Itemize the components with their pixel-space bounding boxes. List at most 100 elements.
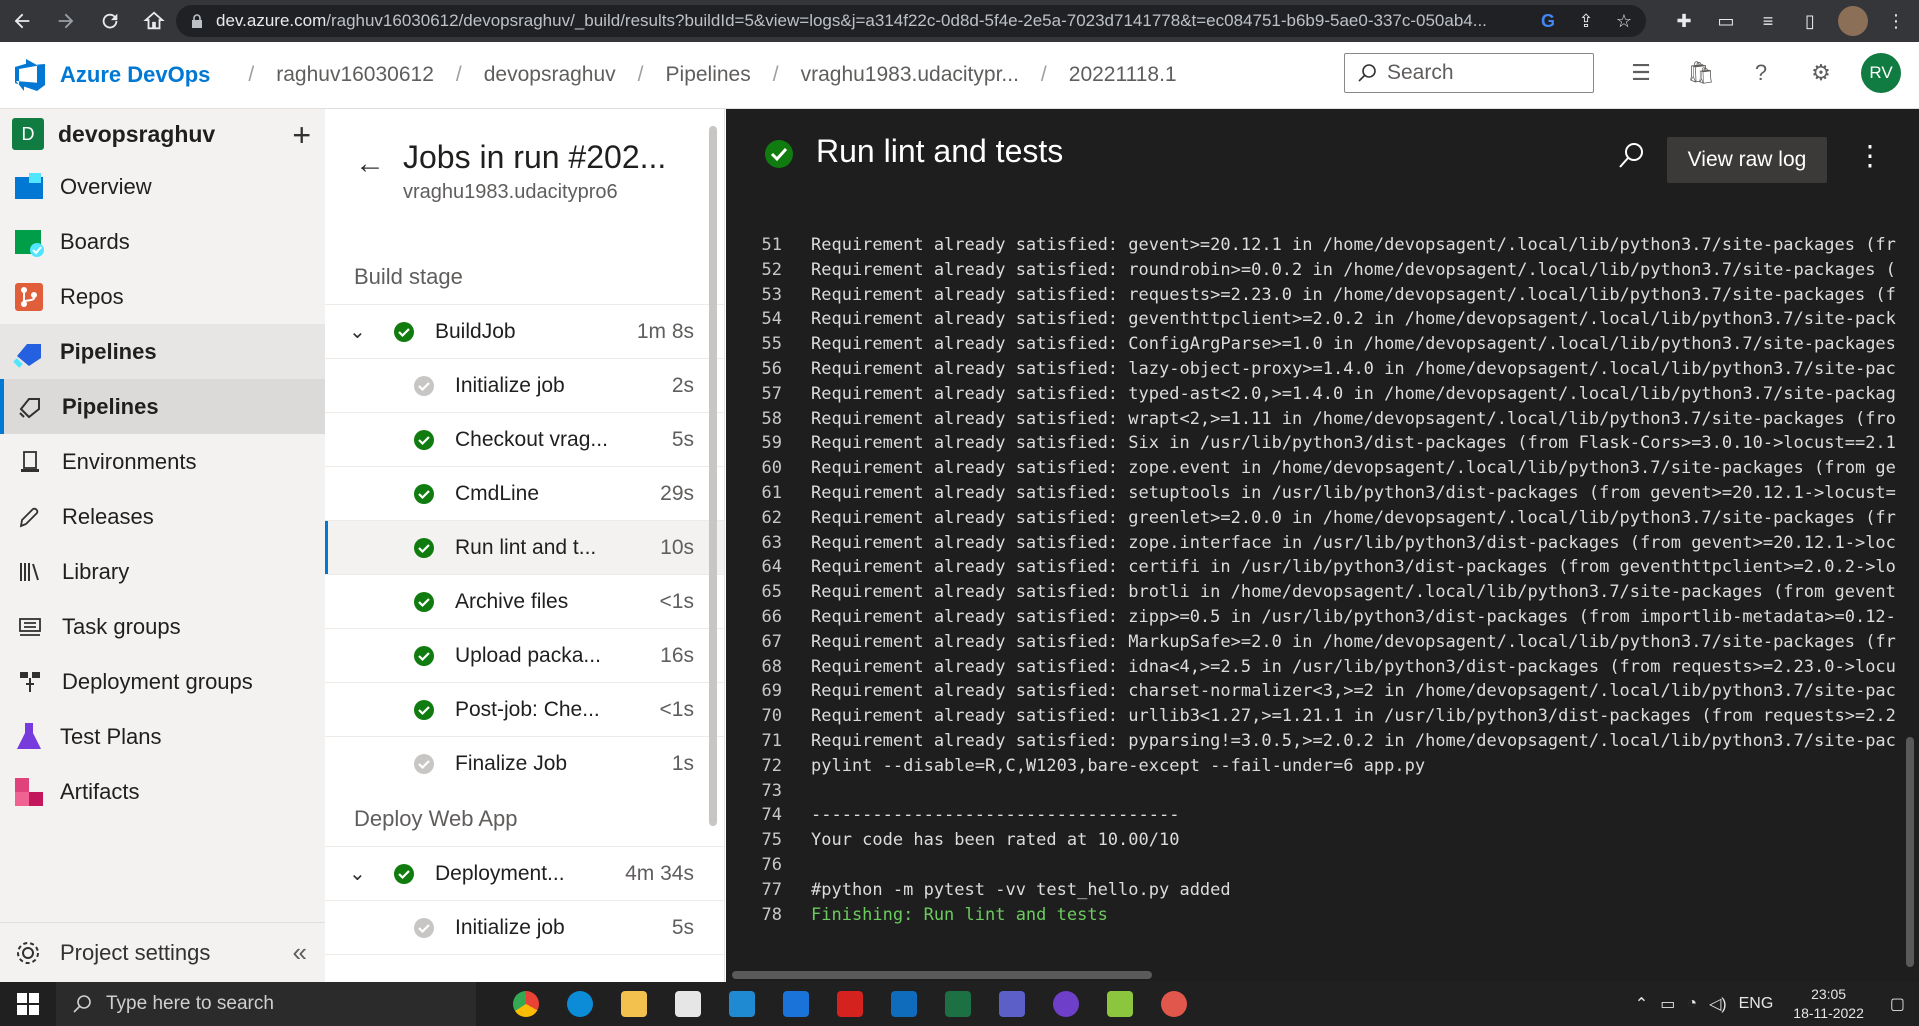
more-options-icon[interactable]: ⋮	[1856, 139, 1884, 172]
jobs-scrollbar[interactable]	[707, 112, 719, 980]
log-line: 69 Requirement already satisfied: charset…	[726, 679, 1898, 704]
teams-app-icon[interactable]	[992, 986, 1032, 1022]
log-line-number: 65	[761, 582, 782, 603]
work-items-icon[interactable]: ☰	[1624, 56, 1658, 90]
sidepanel-icon[interactable]: ▯	[1796, 7, 1824, 35]
chevron-up-icon[interactable]: ⌃	[1635, 994, 1648, 1014]
project-header[interactable]: D devopsraghuv +	[0, 109, 325, 159]
azure-devops-logo-icon[interactable]	[12, 57, 48, 93]
chrome-app-icon[interactable]	[506, 986, 546, 1022]
vscode-app-icon[interactable]	[722, 986, 762, 1022]
step-upload-package[interactable]: Upload packa... 16s	[325, 629, 724, 683]
edge-app-icon[interactable]	[560, 986, 600, 1022]
collapse-sidebar-icon[interactable]: «	[293, 937, 307, 968]
log-line: 64 Requirement already satisfied: certifi…	[726, 555, 1898, 580]
notepadpp-app-icon[interactable]	[1100, 986, 1140, 1022]
log-line-number: 54	[761, 309, 782, 330]
outlook-app-icon[interactable]	[884, 986, 924, 1022]
breadcrumb-project[interactable]: devopsraghuv	[484, 63, 616, 87]
app-red-circle-icon[interactable]	[1154, 986, 1194, 1022]
step-cmdline[interactable]: CmdLine 29s	[325, 467, 724, 521]
environments-icon	[16, 448, 44, 476]
breadcrumb-org[interactable]: raghuv16030612	[276, 63, 434, 87]
sidebar-item-repos[interactable]: Repos	[0, 269, 325, 324]
log-line-number: 68	[761, 656, 782, 677]
forward-icon[interactable]	[44, 0, 88, 42]
sidebar-item-artifacts[interactable]: Artifacts	[0, 764, 325, 819]
user-avatar[interactable]: RV	[1861, 53, 1901, 93]
reload-icon[interactable]	[88, 0, 132, 42]
help-icon[interactable]: ?	[1744, 56, 1778, 90]
sidebar-subitem-library[interactable]: Library	[0, 544, 325, 599]
notifications-icon[interactable]: ▢	[1890, 994, 1905, 1014]
search-input[interactable]: Search	[1344, 53, 1594, 93]
breadcrumb-run[interactable]: 20221118.1	[1069, 63, 1177, 87]
step-archive-files[interactable]: Archive files <1s	[325, 575, 724, 629]
file-explorer-icon[interactable]	[614, 986, 654, 1022]
log-line: 59 Requirement already satisfied: Six in …	[726, 431, 1898, 456]
bookmark-star-icon[interactable]: ☆	[1612, 9, 1636, 33]
taskbar-search[interactable]: Type here to search	[56, 982, 476, 1026]
view-raw-log-button[interactable]: View raw log	[1667, 137, 1827, 183]
job-buildjob[interactable]: ⌄ BuildJob 1m 8s	[325, 305, 724, 359]
store-app-icon[interactable]	[668, 986, 708, 1022]
chevron-down-icon[interactable]: ⌄	[349, 861, 366, 886]
share-icon[interactable]: ⇪	[1574, 9, 1598, 33]
sidebar-item-pipelines[interactable]: Pipelines	[0, 324, 325, 379]
new-item-plus-icon[interactable]: +	[292, 117, 311, 154]
job-deployment[interactable]: ⌄ Deployment... 4m 34s	[325, 847, 724, 901]
sidebar-subitem-pipelines[interactable]: Pipelines	[0, 379, 325, 434]
extensions-icon[interactable]: ✚	[1670, 7, 1698, 35]
brand-name[interactable]: Azure DevOps	[60, 62, 210, 88]
artifacts-icon	[10, 773, 48, 811]
sidebar-item-overview[interactable]: Overview	[0, 159, 325, 214]
breadcrumb-pipelines[interactable]: Pipelines	[666, 63, 751, 87]
back-arrow-icon[interactable]: ←	[355, 147, 385, 181]
reading-list-icon[interactable]: ≡	[1754, 7, 1782, 35]
battery-icon[interactable]: ▭	[1660, 994, 1675, 1014]
network-icon[interactable]: ◔	[1687, 995, 1697, 1013]
chrome-menu-icon[interactable]: ⋮	[1882, 7, 1910, 35]
search-icon[interactable]	[1616, 141, 1646, 171]
chevron-down-icon[interactable]: ⌄	[349, 319, 366, 344]
back-icon[interactable]	[0, 0, 44, 42]
sidebar-subitem-task-groups[interactable]: Task groups	[0, 599, 325, 654]
app-blue-icon[interactable]	[776, 986, 816, 1022]
log-line-text: Requirement already satisfied: roundrobi…	[811, 259, 1896, 280]
volume-icon[interactable]: ◁)	[1709, 994, 1727, 1014]
cast-icon[interactable]: ▭	[1712, 7, 1740, 35]
log-horizontal-scrollbar[interactable]	[732, 971, 1152, 979]
marketplace-bag-icon[interactable]: 🛍	[1684, 56, 1718, 90]
log-vertical-scrollbar[interactable]	[1906, 737, 1914, 967]
sidebar-item-boards[interactable]: Boards	[0, 214, 325, 269]
language-indicator[interactable]: ENG	[1739, 995, 1774, 1013]
github-app-icon[interactable]	[1046, 986, 1086, 1022]
success-check-icon	[414, 537, 434, 558]
project-settings[interactable]: Project settings «	[0, 922, 325, 982]
log-line-number: 77	[761, 879, 782, 900]
sidebar-subitem-deployment-groups[interactable]: Deployment groups	[0, 654, 325, 709]
step-finalize-job[interactable]: Finalize Job 1s	[325, 737, 724, 791]
clock[interactable]: 23:05 18-11-2022	[1793, 985, 1864, 1023]
sidebar-item-test-plans[interactable]: Test Plans	[0, 709, 325, 764]
step-post-job-checkout[interactable]: Post-job: Che... <1s	[325, 683, 724, 737]
step-checkout[interactable]: Checkout vrag... 5s	[325, 413, 724, 467]
step-deploy-initialize-job[interactable]: Initialize job 5s	[325, 901, 724, 955]
sidebar-subitem-environments[interactable]: Environments	[0, 434, 325, 489]
home-icon[interactable]	[132, 0, 176, 42]
breadcrumb-pipeline[interactable]: vraghu1983.udacitypr...	[801, 63, 1019, 87]
sidebar-subitem-releases[interactable]: Releases	[0, 489, 325, 544]
address-bar[interactable]: dev.azure.com/raghuv16030612/devopsraghu…	[176, 5, 1646, 37]
url-text: dev.azure.com/raghuv16030612/devopsraghu…	[216, 11, 1487, 30]
step-initialize-job[interactable]: Initialize job 2s	[325, 359, 724, 413]
google-icon[interactable]: G	[1536, 9, 1560, 33]
overview-icon	[10, 168, 48, 206]
windows-start-icon[interactable]	[0, 982, 56, 1026]
profile-avatar[interactable]	[1838, 6, 1868, 36]
log-line-text: Requirement already satisfied: MarkupSaf…	[811, 631, 1896, 652]
step-run-lint-and-tests[interactable]: Run lint and t... 10s	[325, 521, 724, 575]
log-line-number: 72	[761, 755, 782, 776]
excel-app-icon[interactable]	[938, 986, 978, 1022]
user-settings-icon[interactable]: ⚙	[1804, 56, 1838, 90]
acrobat-app-icon[interactable]	[830, 986, 870, 1022]
